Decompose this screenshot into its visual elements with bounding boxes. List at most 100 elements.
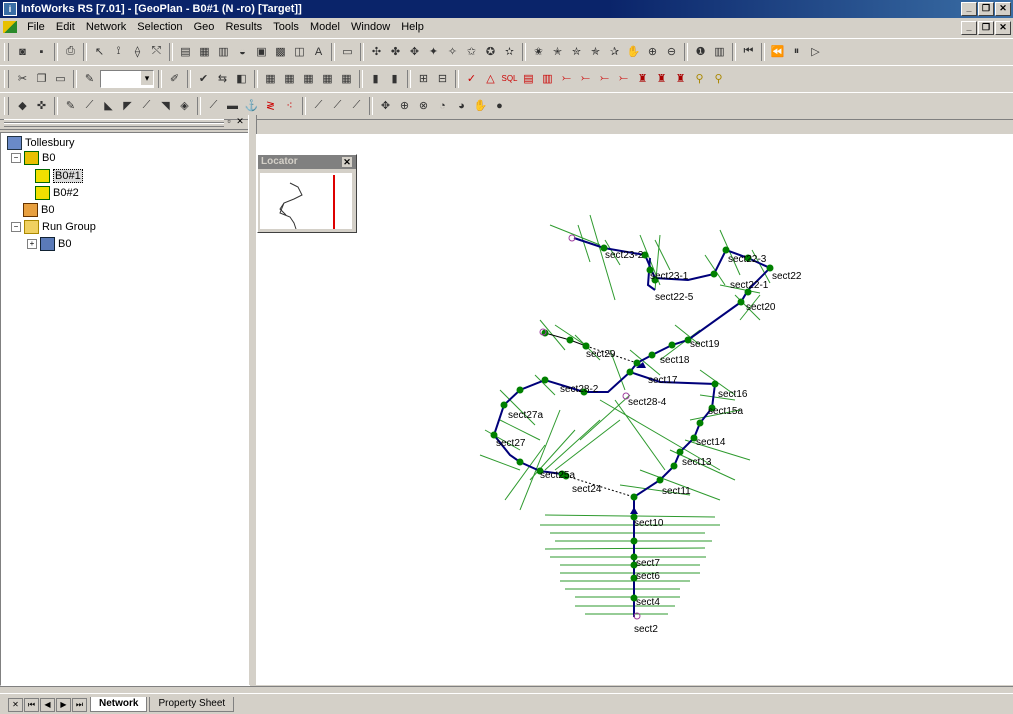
spreadsheet-icon[interactable]: ▩ [272, 43, 289, 60]
edit-pen-icon[interactable]: ✐ [166, 70, 183, 87]
node-tool-4-icon[interactable]: ✦ [425, 43, 442, 60]
panel-collapse-button[interactable]: ▫ [224, 116, 234, 126]
child-minimize-button[interactable]: _ [961, 21, 977, 35]
menu-tools[interactable]: Tools [269, 18, 303, 36]
path-icon[interactable]: ≷ [262, 97, 279, 114]
tree-view-icon[interactable]: ⊞ [415, 70, 432, 87]
collapse-expander[interactable]: − [11, 222, 21, 233]
tree-item-b0-2[interactable]: B0#2 [35, 185, 79, 201]
link-tool-3-icon[interactable]: ✮ [568, 43, 585, 60]
menu-model[interactable]: Model [306, 18, 344, 36]
trace-2-icon[interactable]: ⤚ [577, 70, 594, 87]
data-2-icon[interactable]: ▦ [281, 70, 298, 87]
section-view-icon[interactable]: ◒ [234, 43, 251, 60]
table-icon[interactable]: ▥ [215, 43, 232, 60]
menu-window[interactable]: Window [347, 18, 394, 36]
sql-icon[interactable]: SQL [501, 70, 518, 87]
link-tool-1-icon[interactable]: ✬ [530, 43, 547, 60]
cut-icon[interactable]: ✂ [14, 70, 31, 87]
locator-window[interactable]: Locator ✕ [257, 154, 357, 233]
long-section-icon[interactable]: ▣ [253, 43, 270, 60]
zoom-out-icon[interactable]: ⊖ [663, 43, 680, 60]
node-tool-5-icon[interactable]: ✧ [444, 43, 461, 60]
bed-2-icon[interactable]: ♜ [653, 70, 670, 87]
measure-3-icon[interactable]: ⟋ [348, 97, 365, 114]
book-1-icon[interactable]: ▮ [367, 70, 384, 87]
geo-tool-3-icon[interactable]: ✎ [62, 97, 79, 114]
pan-hand-icon[interactable]: ✋ [625, 43, 642, 60]
expand-expander[interactable]: + [27, 239, 37, 250]
tree-item-run-group[interactable]: − Run Group [11, 219, 96, 235]
next-tab-icon[interactable]: ▶ [56, 697, 71, 712]
hand-icon[interactable]: ✋ [472, 97, 489, 114]
hierarchy-icon[interactable]: ⊟ [434, 70, 451, 87]
zoom-next-icon[interactable]: ◕ [453, 97, 470, 114]
select-arrow-icon[interactable]: ↖ [91, 43, 108, 60]
text-icon[interactable]: A [310, 43, 327, 60]
grid-icon[interactable]: ▦ [196, 43, 213, 60]
close-tabs-icon[interactable]: ✕ [8, 697, 23, 712]
rewind-icon[interactable]: ⏮ [740, 43, 757, 60]
menu-network[interactable]: Network [82, 18, 130, 36]
tree-item-b0-1[interactable]: B0#1 [35, 168, 83, 184]
tree-item-b0-event[interactable]: B0 [23, 202, 54, 218]
trace-1-icon[interactable]: ⤚ [558, 70, 575, 87]
validate-icon[interactable]: ✔ [195, 70, 212, 87]
node-tool-6-icon[interactable]: ✩ [463, 43, 480, 60]
print-icon[interactable]: ⎙ [62, 43, 79, 60]
property-icon[interactable]: ▤ [177, 43, 194, 60]
minimize-button[interactable]: _ [961, 2, 977, 16]
open-icon[interactable]: ◙ [14, 43, 31, 60]
geo-tool-7-icon[interactable]: ⟋ [138, 97, 155, 114]
tab-property-sheet[interactable]: Property Sheet [149, 697, 235, 712]
node-tool-2-icon[interactable]: ✤ [387, 43, 404, 60]
zoom-prev-icon[interactable]: ◔ [434, 97, 451, 114]
data-5-icon[interactable]: ▦ [338, 70, 355, 87]
panel-close-button[interactable]: ✕ [235, 116, 245, 126]
zoom-in-icon[interactable]: ⊕ [644, 43, 661, 60]
geo-tool-1-icon[interactable]: ◆ [14, 97, 31, 114]
tree-item-b0[interactable]: − B0 [11, 150, 55, 166]
scenario-icon[interactable]: ◧ [233, 70, 250, 87]
window-icon[interactable]: ◫ [291, 43, 308, 60]
menu-geo[interactable]: Geo [190, 18, 219, 36]
pause-icon[interactable]: ⏸ [788, 43, 805, 60]
chart-icon[interactable]: ▥ [539, 70, 556, 87]
prev-tab-icon[interactable]: ◀ [40, 697, 55, 712]
bed-3-icon[interactable]: ♜ [672, 70, 689, 87]
data-1-icon[interactable]: ▦ [262, 70, 279, 87]
copy-icon[interactable]: ❐ [33, 70, 50, 87]
geoplan-map[interactable]: sect23-2 sect23-1 sect22-5 sect22-3 sect… [256, 134, 1013, 685]
menu-help[interactable]: Help [397, 18, 428, 36]
menu-results[interactable]: Results [221, 18, 266, 36]
step-back-icon[interactable]: ⏪ [769, 43, 786, 60]
layer-combo[interactable] [100, 70, 154, 88]
close-button[interactable]: ✕ [995, 2, 1011, 16]
geo-tool-2-icon[interactable]: ✜ [33, 97, 50, 114]
zoom-extent-icon[interactable]: ⊗ [415, 97, 432, 114]
geo-tool-9-icon[interactable]: ◈ [176, 97, 193, 114]
tree-item-root[interactable]: Tollesbury [7, 135, 75, 151]
geo-tool-8-icon[interactable]: ◥ [157, 97, 174, 114]
link-tool-4-icon[interactable]: ✯ [587, 43, 604, 60]
restore-button[interactable]: ❐ [978, 2, 994, 16]
compare-icon[interactable]: ⇆ [214, 70, 231, 87]
draw-line-icon[interactable]: ⟋ [205, 97, 222, 114]
anchor-icon[interactable]: ⚓ [243, 97, 260, 114]
paste-icon[interactable]: ▭ [52, 70, 69, 87]
ruler-icon[interactable]: ▭ [339, 43, 356, 60]
info-icon[interactable]: ❶ [692, 43, 709, 60]
node-tool-3-icon[interactable]: ✥ [406, 43, 423, 60]
legend-icon[interactable]: ▥ [711, 43, 728, 60]
collapse-expander[interactable]: − [11, 153, 21, 164]
pen-icon[interactable]: ✎ [81, 70, 98, 87]
network-svg[interactable]: sect23-2 sect23-1 sect22-5 sect22-3 sect… [256, 134, 1013, 685]
book-2-icon[interactable]: ▮ [386, 70, 403, 87]
geo-tool-4-icon[interactable]: ⟋ [81, 97, 98, 114]
check-icon[interactable]: ✓ [463, 70, 480, 87]
link-tool-5-icon[interactable]: ✰ [606, 43, 623, 60]
child-restore-button[interactable]: ❐ [978, 21, 994, 35]
trace-4-icon[interactable]: ⤚ [615, 70, 632, 87]
play-icon[interactable]: ▷ [807, 43, 824, 60]
geo-tool-5-icon[interactable]: ◣ [100, 97, 117, 114]
